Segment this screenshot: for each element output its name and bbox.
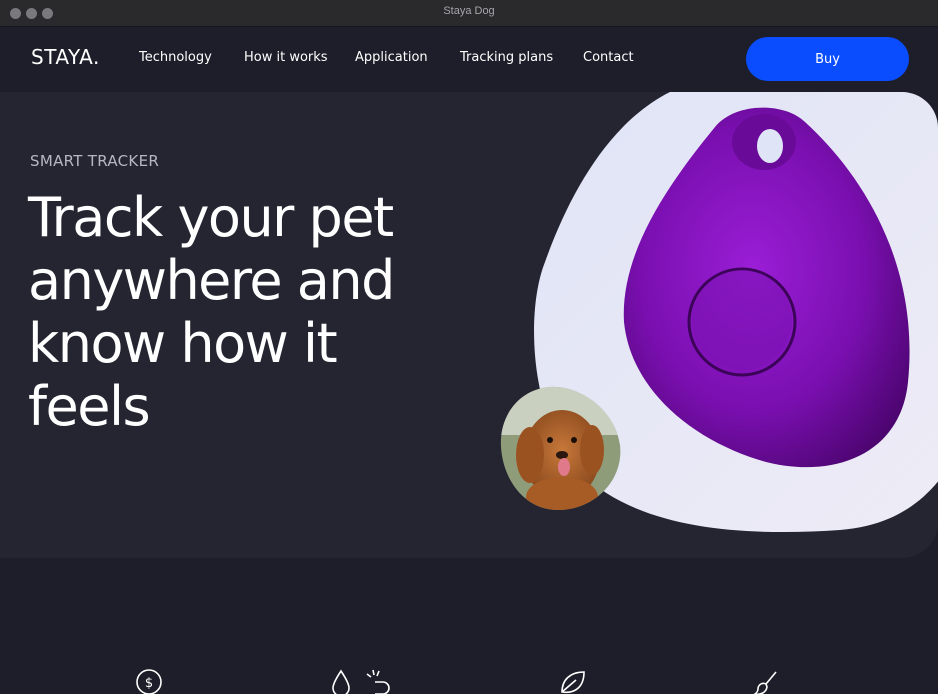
title-bar: Staya Dog: [0, 0, 938, 27]
hero-headline: Track your pet anywhere and know how it …: [28, 186, 395, 438]
hero-kicker: SMART TRACKER: [30, 152, 160, 170]
nav-link-tracking-plans[interactable]: Tracking plans: [460, 50, 553, 65]
nav-link-technology[interactable]: Technology: [139, 50, 212, 65]
brush-icon: [753, 671, 777, 694]
leaf-icon: [561, 671, 585, 694]
svg-text:$: $: [145, 676, 153, 691]
nav-link-contact[interactable]: Contact: [583, 50, 634, 65]
dollar-coin-icon: $: [136, 669, 162, 694]
nav-link-how-it-works[interactable]: How it works: [244, 50, 328, 65]
water-drop-icon: [332, 669, 350, 694]
feature-icons-row: $: [0, 660, 938, 694]
buy-button[interactable]: Buy: [746, 37, 909, 81]
nav-link-application[interactable]: Application: [355, 50, 428, 65]
window-title: Staya Dog: [443, 5, 495, 17]
browser-window: Staya Dog STAYA. Technology How it works…: [0, 0, 938, 694]
magnet-icon: [366, 669, 390, 694]
top-navigation: STAYA. Technology How it works Applicati…: [0, 27, 938, 91]
hero-panel: SMART TRACKER Track your pet anywhere an…: [0, 92, 938, 558]
dog-photo: [500, 386, 621, 511]
staya-logo[interactable]: STAYA.: [31, 45, 100, 69]
